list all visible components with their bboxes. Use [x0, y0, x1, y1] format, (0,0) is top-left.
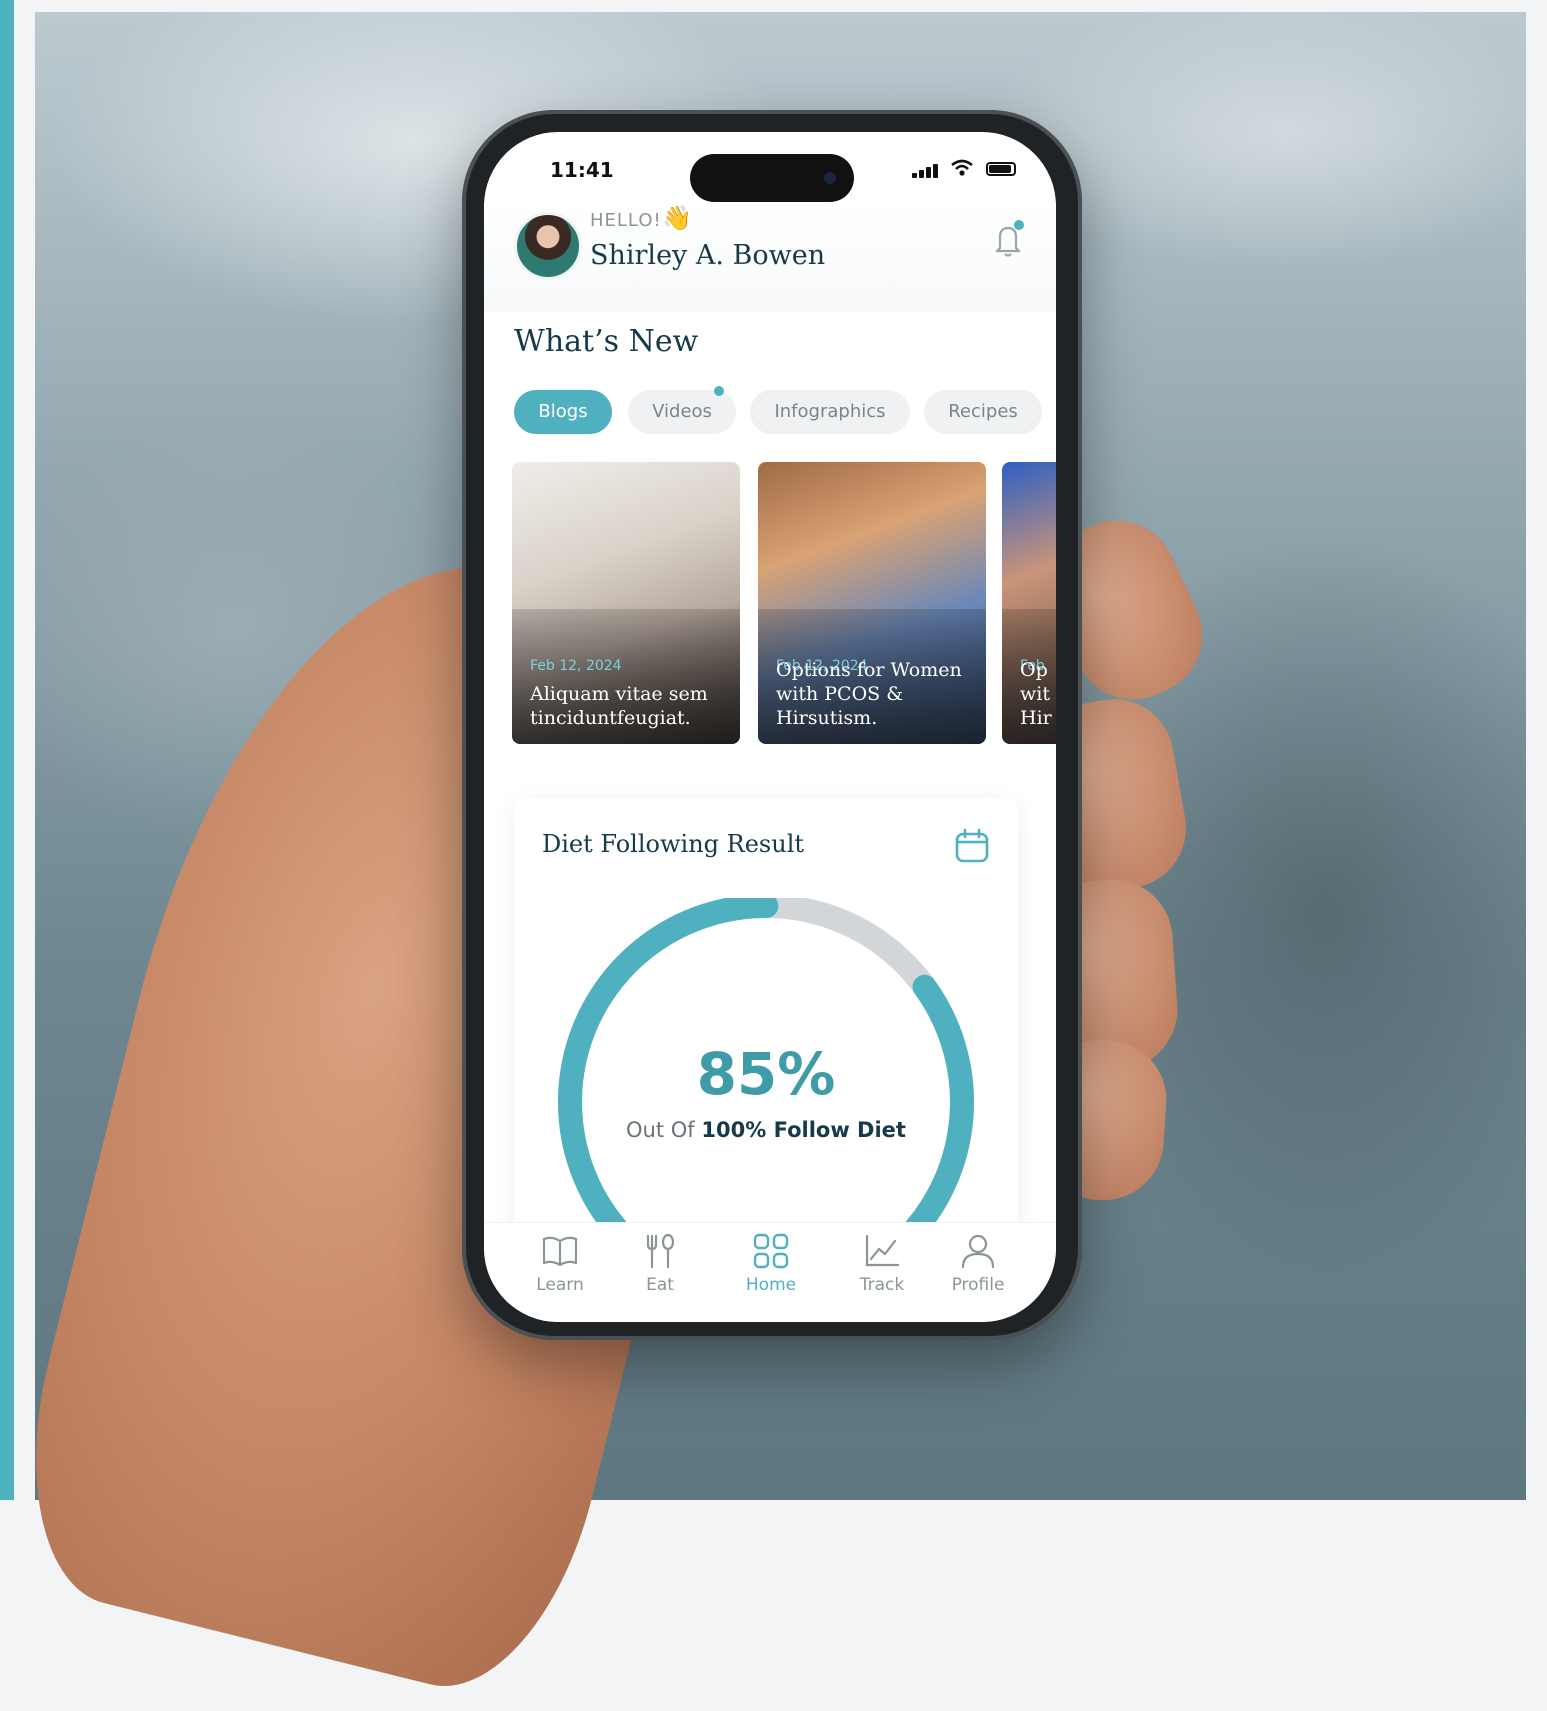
- signal-icon: [912, 162, 942, 178]
- avatar[interactable]: [514, 212, 582, 280]
- blog-card[interactable]: Feb 12, 2024 Aliquam vitae sem tincidunt…: [512, 462, 740, 744]
- blog-card[interactable]: Feb Op wit Hir: [1002, 462, 1056, 744]
- diet-result-title: Diet Following Result: [542, 830, 805, 858]
- tab-track[interactable]: Track: [832, 1233, 932, 1295]
- tab-recipes[interactable]: Recipes: [924, 390, 1042, 434]
- tab-videos[interactable]: Videos: [628, 386, 736, 434]
- phone-screen: 11:41 HELLO! 👋 Shirley A. Bowen What’s N…: [484, 132, 1056, 1322]
- fork-spoon-icon: [646, 1233, 675, 1269]
- user-icon: [961, 1234, 995, 1269]
- tab-home[interactable]: Home: [721, 1233, 821, 1295]
- tab-profile[interactable]: Profile: [928, 1233, 1028, 1295]
- wave-emoji: 👋: [662, 204, 692, 232]
- notification-dot: [1014, 220, 1024, 230]
- grid-icon: [753, 1233, 789, 1269]
- diet-percent: 85%: [696, 1040, 836, 1108]
- left-accent-strip: [0, 0, 14, 1500]
- header: HELLO! 👋 Shirley A. Bowen: [484, 202, 1056, 312]
- card-title: Options for Women with PCOS & Hirsutism.: [776, 659, 962, 729]
- whats-new-title: What’s New: [514, 324, 699, 359]
- chart-icon: [865, 1234, 900, 1267]
- wifi-icon: [950, 158, 974, 183]
- tab-blogs[interactable]: Blogs: [514, 390, 612, 434]
- book-icon: [542, 1236, 578, 1267]
- bottom-tab-bar: Learn Eat Home Track Profile: [484, 1222, 1056, 1322]
- tab-eat[interactable]: Eat: [610, 1233, 710, 1295]
- status-time: 11:41: [550, 158, 614, 182]
- tab-learn[interactable]: Learn: [510, 1233, 610, 1295]
- diet-subtitle: Out Of 100% Follow Diet: [626, 1118, 906, 1142]
- camera-dot: [824, 172, 836, 184]
- card-title: Aliquam vitae sem tinciduntfeugiat.: [530, 683, 708, 729]
- card-title: Op wit Hir: [1020, 659, 1052, 729]
- user-name: Shirley A. Bowen: [590, 240, 826, 271]
- notification-bell-icon[interactable]: [992, 220, 1024, 260]
- blog-cards: Feb 12, 2024 Aliquam vitae sem tincidunt…: [512, 462, 1056, 746]
- card-date: Feb 12, 2024: [530, 658, 622, 674]
- diet-result-card: Diet Following Result 85% Out Of 100% Fo…: [514, 798, 1018, 1278]
- calendar-icon[interactable]: [954, 828, 990, 864]
- new-indicator-dot: [714, 386, 724, 396]
- greeting-text: HELLO!: [590, 210, 662, 231]
- dynamic-island: [690, 154, 854, 202]
- blog-card[interactable]: Feb 12, 2024 Options for Women with PCOS…: [758, 462, 986, 744]
- tab-infographics[interactable]: Infographics: [750, 390, 910, 434]
- content-tabs: Blogs Videos Infographics Recipes: [514, 386, 1056, 436]
- battery-icon: [986, 162, 1016, 176]
